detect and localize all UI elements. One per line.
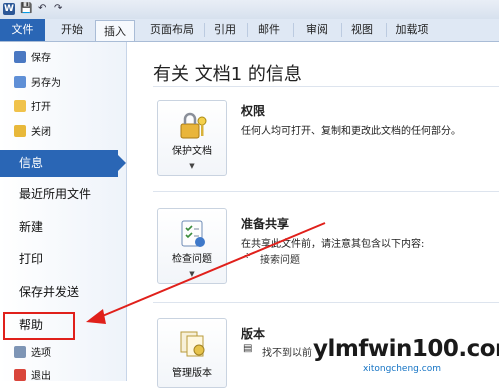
watermark-sub: xitongcheng.com bbox=[363, 364, 441, 374]
annotation-arrow bbox=[86, 222, 326, 324]
watermark-main: ylmfwin100.com bbox=[313, 336, 499, 362]
watermark: ylmfwin100.com xitongcheng.com bbox=[313, 336, 499, 374]
